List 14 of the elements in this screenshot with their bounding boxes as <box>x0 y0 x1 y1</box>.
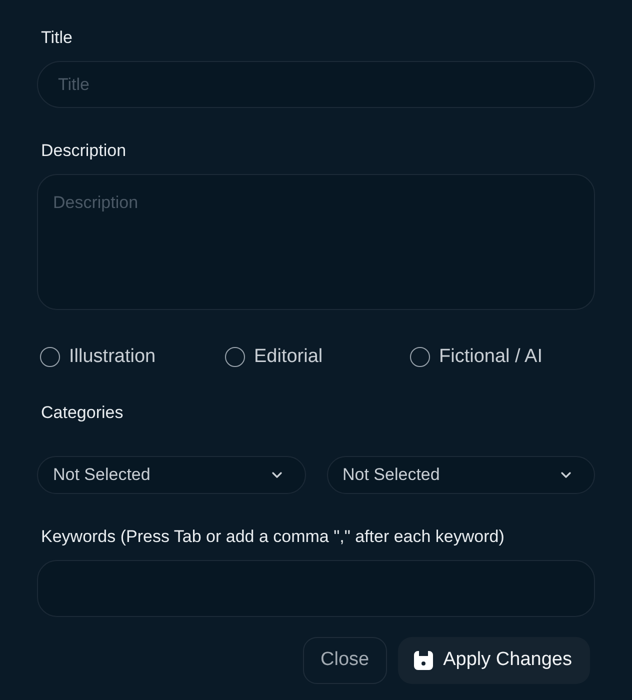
description-textarea[interactable]: Description <box>37 174 595 310</box>
content-type-radio[interactable]: Editorial <box>225 346 410 368</box>
close-button[interactable]: Close <box>302 637 388 684</box>
apply-changes-button[interactable]: Apply Changes <box>398 637 590 684</box>
keywords-label: Keywords (Press Tab or add a comma "," after each keyword) <box>40 527 506 547</box>
content-type-radio[interactable]: Illustration <box>40 346 225 368</box>
category-select[interactable]: Not Selected <box>326 456 595 494</box>
save-icon <box>414 651 434 670</box>
title-label: Title <box>40 28 74 48</box>
category-select[interactable]: Not Selected <box>37 456 306 494</box>
description-label: Description <box>40 141 128 161</box>
categories-label: Categories <box>40 403 124 423</box>
title-input[interactable]: Title <box>37 61 595 108</box>
content-type-radio[interactable]: Fictional / AI <box>410 346 595 368</box>
